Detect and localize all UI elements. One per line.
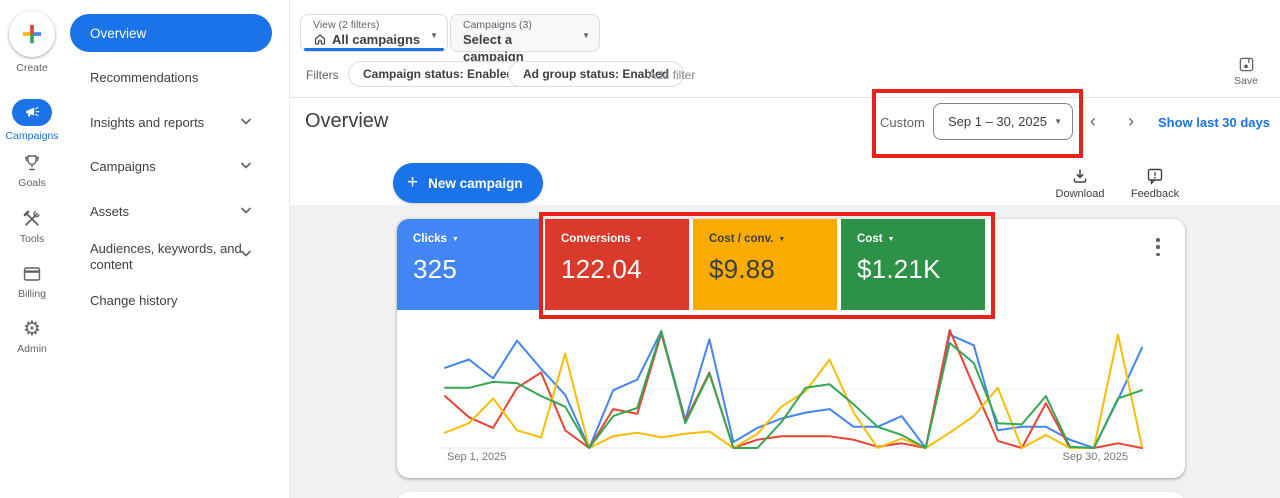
metric-scorecards: Clicks ▼ 325 Conversions ▼ 122.04 Cost / c… — [397, 219, 985, 310]
filters-label: Filters — [306, 68, 339, 82]
date-range-picker[interactable]: Sep 1 – 30, 2025 ▼ — [933, 103, 1073, 140]
create-button[interactable] — [9, 11, 55, 57]
show-last-30-days-link[interactable]: Show last 30 days — [1158, 115, 1270, 130]
nav-item-campaigns[interactable]: Campaigns — [90, 159, 156, 174]
feedback-label: Feedback — [1126, 188, 1184, 200]
tools-icon — [22, 209, 42, 229]
add-filter-button[interactable]: Add filter — [648, 68, 695, 82]
nav-overview-label: Overview — [90, 26, 146, 41]
metric-value: $1.21K — [857, 254, 985, 285]
metric-dropdown-icon[interactable]: ▼ — [778, 236, 785, 243]
billing-card-icon — [22, 264, 42, 284]
metric-value: 122.04 — [561, 254, 689, 285]
view-dropdown-value: All campaigns — [332, 31, 420, 48]
save-button[interactable]: Save — [1226, 56, 1266, 87]
save-label: Save — [1226, 75, 1266, 87]
header-divider — [290, 97, 1280, 98]
metric-card-conversions[interactable]: Conversions ▼ 122.04 — [545, 219, 689, 310]
dropdown-caret-icon: ▼ — [1054, 117, 1062, 126]
metric-label: Cost / conv. — [709, 233, 773, 245]
nav-item-recommendations[interactable]: Recommendations — [90, 70, 198, 85]
save-icon — [1238, 56, 1255, 73]
nav-item-overview[interactable]: Overview — [70, 14, 272, 52]
rail-goals-label: Goals — [0, 177, 64, 189]
main-content: View (2 filters) All campaigns ▼ Campaig… — [290, 0, 1280, 498]
next-period-button[interactable]: › — [1120, 110, 1142, 132]
feedback-button[interactable]: Feedback — [1126, 167, 1184, 200]
metric-label: Conversions — [561, 233, 631, 245]
plus-icon: + — [407, 172, 418, 194]
metric-card-cost[interactable]: Cost ▼ $1.21K — [841, 219, 985, 310]
overview-summary-card: Clicks ▼ 325 Conversions ▼ 122.04 Cost / c… — [397, 219, 1185, 478]
chevron-down-icon[interactable] — [240, 207, 252, 215]
rail-item-admin[interactable]: ⚙ — [22, 319, 42, 339]
new-campaign-button[interactable]: + New campaign — [393, 163, 543, 203]
google-plus-icon — [21, 23, 43, 45]
view-filter-dropdown[interactable]: View (2 filters) All campaigns ▼ — [300, 14, 448, 52]
dropdown-caret-icon: ▼ — [430, 31, 438, 40]
metric-card-clicks[interactable]: Clicks ▼ 325 — [397, 219, 541, 310]
previous-period-button[interactable]: ‹ — [1082, 110, 1104, 132]
nav-item-assets[interactable]: Assets — [90, 204, 129, 219]
nav-item-audiences-keywords-content[interactable]: Audiences, keywords, and content — [90, 241, 242, 273]
date-mode-label: Custom — [880, 115, 925, 130]
create-label: Create — [0, 62, 64, 74]
megaphone-icon — [24, 105, 41, 120]
metric-label: Clicks — [413, 233, 447, 245]
download-label: Download — [1051, 188, 1109, 200]
page-title: Overview — [305, 110, 388, 133]
metric-value: 325 — [413, 254, 541, 285]
rail-item-billing[interactable] — [22, 264, 42, 284]
google-ads-app: Create Campaigns Goals — [0, 0, 1280, 498]
rail-item-tools[interactable] — [22, 209, 42, 229]
chevron-down-icon[interactable] — [240, 250, 252, 258]
metric-dropdown-icon[interactable]: ▼ — [636, 236, 643, 243]
metric-dropdown-icon[interactable]: ▼ — [452, 236, 459, 243]
download-button[interactable]: Download — [1051, 167, 1109, 200]
rail-item-goals[interactable] — [22, 153, 42, 173]
download-icon — [1071, 167, 1089, 185]
rail-campaigns-label: Campaigns — [0, 130, 64, 142]
chevron-down-icon[interactable] — [240, 118, 252, 126]
campaign-select-dropdown[interactable]: Campaigns (3) Select a campaign ▼ — [450, 14, 600, 52]
metric-value: $9.88 — [709, 254, 837, 285]
filter-chip-campaign-status[interactable]: Campaign status: Enabled — [348, 61, 529, 87]
home-icon — [313, 33, 327, 46]
nav-item-insights-and-reports[interactable]: Insights and reports — [90, 115, 204, 130]
section-nav: Overview Recommendations Insights and re… — [64, 0, 290, 498]
campaign-dropdown-label: Campaigns (3) — [463, 19, 573, 31]
new-campaign-label: New campaign — [428, 176, 523, 191]
chevron-down-icon[interactable] — [240, 162, 252, 170]
chart-line-clicks — [445, 331, 1142, 448]
gear-icon: ⚙ — [23, 319, 41, 339]
rail-tools-label: Tools — [0, 233, 64, 245]
metric-card-cost-per-conv[interactable]: Cost / conv. ▼ $9.88 — [693, 219, 837, 310]
icon-rail: Create Campaigns Goals — [0, 0, 64, 498]
nav-item-change-history[interactable]: Change history — [90, 293, 177, 308]
x-axis-end-label: Sep 30, 2025 — [1063, 451, 1128, 463]
date-range-value: Sep 1 – 30, 2025 — [948, 114, 1047, 129]
x-axis-start-label: Sep 1, 2025 — [447, 451, 506, 463]
rail-billing-label: Billing — [0, 288, 64, 300]
dropdown-caret-icon: ▼ — [582, 31, 590, 40]
view-dropdown-label: View (2 filters) — [313, 19, 421, 31]
chart-line-cost — [445, 331, 1142, 448]
rail-item-campaigns[interactable] — [12, 99, 52, 126]
metric-label: Cost — [857, 233, 883, 245]
trophy-icon — [22, 153, 42, 173]
rail-admin-label: Admin — [0, 343, 64, 355]
metric-dropdown-icon[interactable]: ▼ — [888, 236, 895, 243]
next-section-card — [397, 492, 1185, 498]
feedback-icon — [1146, 167, 1164, 185]
card-more-options-button[interactable] — [1150, 236, 1166, 258]
campaign-dropdown-value: Select a campaign — [463, 31, 573, 65]
